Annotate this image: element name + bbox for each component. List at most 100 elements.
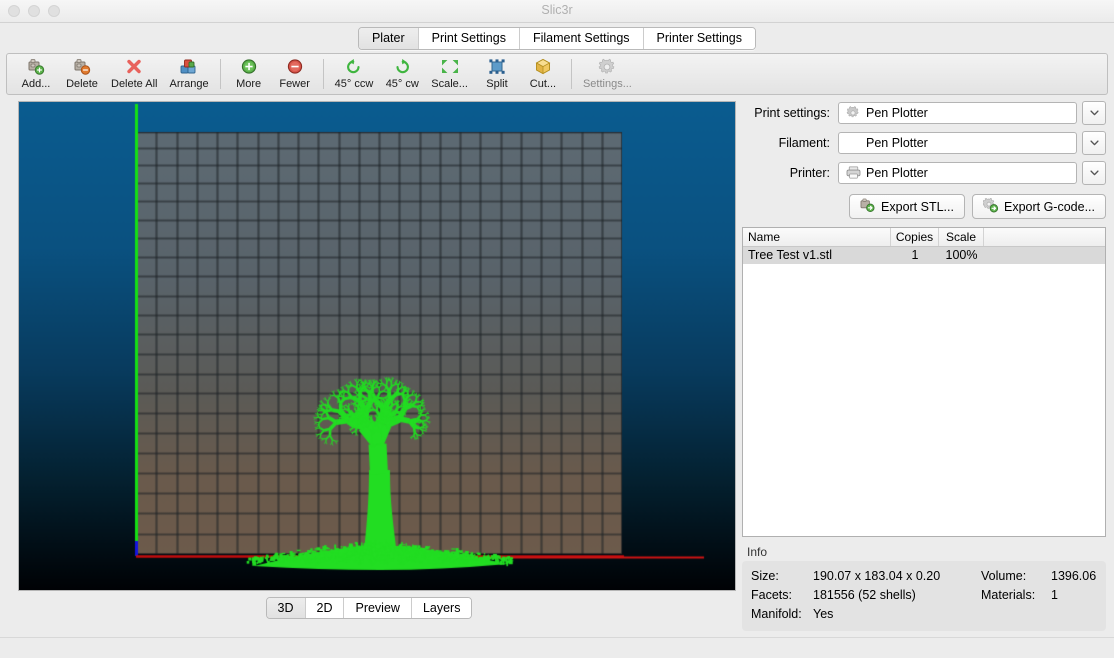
toolbar-arrange[interactable]: Arrange (163, 57, 214, 90)
toolbar-separator-2 (322, 59, 324, 89)
info-line-size: Size: 190.07 x 183.04 x 0.20 Volume: 139… (751, 567, 1097, 586)
main-tabbar: Plater Print Settings Filament Settings … (357, 26, 757, 50)
toolbar-delete-label: Delete (66, 78, 98, 90)
printer-combo[interactable]: Pen Plotter (838, 161, 1077, 184)
window-title: Slic3r (541, 3, 573, 17)
minus-circle-icon (284, 57, 306, 77)
toolbar-rotate-ccw[interactable]: 45° ccw (329, 57, 380, 90)
info-manifold-key: Manifold: (751, 607, 802, 621)
toolbar-delete-all[interactable]: Delete All (105, 57, 163, 90)
info-size-key: Size: (751, 569, 779, 583)
3d-scene-canvas[interactable] (19, 102, 735, 590)
print-settings-row: Print settings: Pen Plotter (742, 100, 1106, 125)
rotate-cw-icon (391, 57, 413, 77)
tab-plater[interactable]: Plater (358, 27, 419, 49)
arrange-icon (178, 57, 200, 77)
object-scale: 100% (945, 248, 978, 262)
info-box: Size: 190.07 x 183.04 x 0.20 Volume: 139… (742, 561, 1106, 631)
toolbar-wrapper: Add... Delete Delete All Arrange More Fe… (0, 53, 1114, 95)
split-icon (486, 57, 508, 77)
main-content: 3D 2D Preview Layers Print settings: Pen… (0, 95, 1114, 637)
export-stl-label: Export STL... (881, 199, 954, 214)
object-row-filler (984, 247, 1026, 264)
object-name: Tree Test v1.stl (748, 248, 833, 262)
toolbar-settings-label: Settings... (582, 78, 632, 90)
toolbar: Add... Delete Delete All Arrange More Fe… (6, 53, 1108, 95)
info-facets-value: 181556 (52 shells) (813, 588, 916, 602)
toolbar-more-label: More (236, 78, 262, 90)
export-gcode-button[interactable]: Export G-code... (971, 194, 1106, 219)
info-materials-key: Materials: (981, 588, 1036, 602)
view-tab-3d[interactable]: 3D (266, 598, 306, 618)
add-object-icon (25, 57, 47, 77)
delete-object-icon (71, 57, 93, 77)
filament-value: Pen Plotter (866, 135, 928, 150)
info-line-manifold: Manifold: Yes (751, 605, 1097, 624)
title-bar: Slic3r (0, 0, 1114, 23)
3d-viewport[interactable] (18, 101, 736, 591)
plater-right-column: Print settings: Pen Plotter Filament: Pe… (732, 100, 1108, 637)
tab-filament-settings[interactable]: Filament Settings (519, 27, 644, 49)
scale-icon (439, 57, 461, 77)
view-tabs: 3D 2D Preview Layers (265, 597, 473, 619)
print-settings-gear-icon (845, 105, 861, 120)
view-tab-2d[interactable]: 2D (305, 598, 345, 618)
filament-combo[interactable]: Pen Plotter (838, 131, 1077, 154)
column-header-name[interactable]: Name (743, 228, 891, 246)
print-settings-combo[interactable]: Pen Plotter (838, 101, 1077, 124)
tab-print-settings[interactable]: Print Settings (418, 27, 520, 49)
toolbar-more[interactable]: More (226, 57, 272, 90)
object-list[interactable]: Name Copies Scale Tree Test v1.stl 1 100… (742, 227, 1106, 537)
export-stl-icon (860, 198, 876, 216)
toolbar-separator-3 (570, 59, 572, 89)
info-title: Info (747, 545, 768, 559)
column-header-filler (984, 228, 1105, 246)
delete-all-icon (123, 57, 145, 77)
filament-dropdown-arrow[interactable] (1082, 130, 1106, 155)
view-tab-layers[interactable]: Layers (411, 598, 472, 618)
object-list-header: Name Copies Scale (743, 228, 1105, 247)
main-tabbar-area: Plater Print Settings Filament Settings … (0, 23, 1114, 53)
toolbar-separator-1 (219, 59, 221, 89)
printer-icon (845, 166, 861, 180)
tab-printer-settings[interactable]: Printer Settings (643, 27, 756, 49)
column-header-copies[interactable]: Copies (891, 228, 939, 246)
toolbar-add[interactable]: Add... (13, 57, 59, 90)
chevron-down-icon (1089, 139, 1099, 145)
toolbar-scale[interactable]: Scale... (425, 57, 474, 90)
toolbar-settings[interactable]: Settings... (577, 57, 638, 90)
print-settings-dropdown-arrow[interactable] (1082, 100, 1106, 125)
toolbar-split[interactable]: Split (474, 57, 520, 90)
toolbar-fewer-label: Fewer (279, 78, 310, 90)
info-facets-key: Facets: (751, 588, 792, 602)
cut-icon (532, 57, 554, 77)
toolbar-arrange-label: Arrange (169, 78, 209, 90)
toolbar-fewer[interactable]: Fewer (272, 57, 318, 90)
table-row[interactable]: Tree Test v1.stl 1 100% (743, 247, 1105, 264)
printer-dropdown-arrow[interactable] (1082, 160, 1106, 185)
plus-circle-icon (238, 57, 260, 77)
printer-value: Pen Plotter (866, 165, 928, 180)
export-stl-button[interactable]: Export STL... (849, 194, 965, 219)
toolbar-cut-label: Cut... (529, 78, 557, 90)
toolbar-scale-label: Scale... (431, 78, 468, 90)
info-line-facets: Facets: 181556 (52 shells) Materials: 1 (751, 586, 1097, 605)
toolbar-delete[interactable]: Delete (59, 57, 105, 90)
rotate-ccw-icon (343, 57, 365, 77)
toolbar-rotate-cw-label: 45° cw (385, 78, 419, 90)
toolbar-rotate-cw[interactable]: 45° cw (379, 57, 425, 90)
status-bar (0, 637, 1114, 658)
export-buttons-row: Export STL... Export G-code... (742, 194, 1106, 219)
view-tabs-area: 3D 2D Preview Layers (6, 591, 732, 625)
info-size-value: 190.07 x 183.04 x 0.20 (813, 569, 941, 583)
toolbar-add-label: Add... (21, 78, 51, 90)
toolbar-rotate-ccw-label: 45° ccw (334, 78, 374, 90)
column-header-scale[interactable]: Scale (939, 228, 984, 246)
app-window: Slic3r Plater Print Settings Filament Se… (0, 0, 1114, 658)
view-tab-preview[interactable]: Preview (344, 598, 412, 618)
filament-row: Filament: Pen Plotter (742, 130, 1106, 155)
print-settings-label: Print settings: (754, 105, 830, 120)
toolbar-cut[interactable]: Cut... (520, 57, 566, 90)
info-section: Info Size: 190.07 x 183.04 x 0.20 Volume… (742, 545, 1106, 631)
info-volume-value: 1396.06 (1051, 569, 1097, 583)
